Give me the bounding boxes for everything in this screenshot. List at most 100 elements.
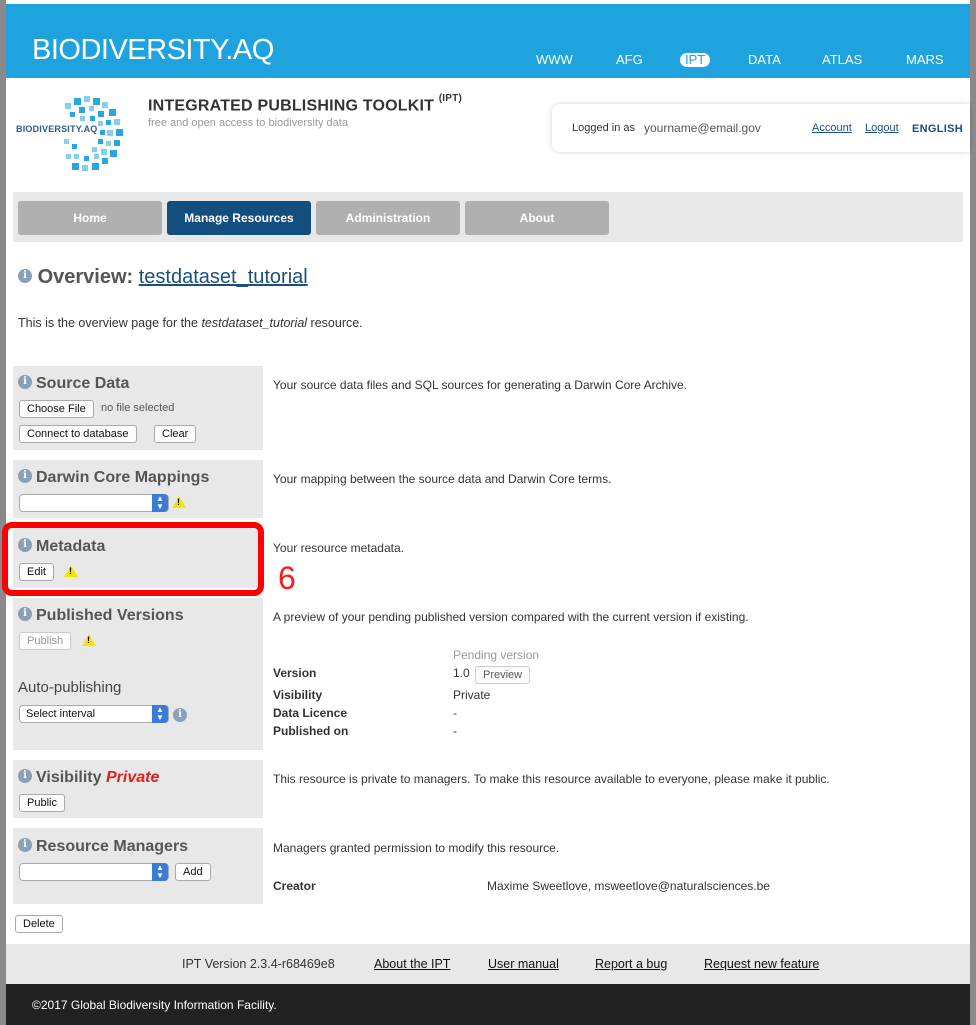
visibility-panel: i Visibility Private Public [13,760,263,818]
info-icon[interactable]: i [18,606,32,621]
dwc-mapping-select[interactable]: ▲ ▼ [19,494,169,512]
top-nav-afg[interactable]: AFG [612,50,647,70]
resource-name-link[interactable]: testdataset_tutorial [139,266,308,288]
delete-resource-button[interactable]: Delete [15,915,63,933]
data-licence-label: Data Licence [273,706,348,720]
top-nav-mars[interactable]: MARS [902,50,948,70]
dwc-mappings-title: i Darwin Core Mappings [18,468,210,487]
published-on-value: - [453,724,457,738]
copyright-text: ©2017 Global Biodiversity Information Fa… [32,998,277,1012]
visibility-title: i Visibility Private [18,768,160,787]
about-ipt-link[interactable]: About the IPT [374,957,450,971]
visibility-description: This resource is private to managers. To… [273,772,830,786]
interval-select-value: Select interval [26,708,96,720]
logo-text: BIODIVERSITY.AQ [16,124,98,134]
nav-administration[interactable]: Administration [316,201,460,235]
source-data-panel: i Source Data Choose File no file selecte… [13,366,263,450]
source-data-title: i Source Data [18,374,130,393]
published-versions-title: i Published Versions [18,606,184,625]
publish-button[interactable]: Publish [19,632,72,650]
source-data-description: Your source data files and SQL sources f… [273,378,687,392]
info-icon[interactable]: i [18,768,32,783]
creator-value: Maxime Sweetlove, msweetlove@naturalscie… [487,879,770,893]
choose-file-button[interactable]: Choose File [19,400,94,418]
logged-in-label: Logged in as [572,122,635,134]
overview-desc-resource: testdataset_tutorial [201,316,308,330]
source-data-title-text: Source Data [36,375,130,392]
overview-desc-after: resource. [310,316,363,330]
language-selector[interactable]: ENGLISH [912,123,963,135]
warning-icon [82,634,96,646]
nav-about[interactable]: About [465,201,609,235]
biodiversity-logo[interactable]: BIODIVERSITY.AQ [14,92,144,174]
data-licence-value: - [453,706,457,720]
pending-version-header: Pending version [453,648,540,662]
ipt-title-sup: (IPT) [438,93,462,104]
make-public-button[interactable]: Public [19,794,65,812]
step-number: 6 [278,560,296,596]
account-link[interactable]: Account [812,122,852,134]
info-icon[interactable]: i [18,837,32,852]
logout-link[interactable]: Logout [865,122,899,134]
published-versions-panel: i Published Versions Publish Auto-publish… [13,598,263,750]
overview-description: This is the overview page for the testda… [18,316,363,330]
page-title-prefix: Overview: [37,266,134,288]
report-bug-link[interactable]: Report a bug [595,957,667,971]
metadata-description: Your resource metadata. [273,541,404,555]
add-manager-button[interactable]: Add [175,863,211,881]
preview-button[interactable]: Preview [475,666,531,684]
footer-copyright-bar: ©2017 Global Biodiversity Information Fa… [6,984,970,1025]
highlight-box [2,522,264,596]
footer-links-bar: IPT Version 2.3.4-r68469e8 About the IPT… [6,944,970,984]
warning-icon [172,496,186,508]
resource-managers-title: i Resource Managers [18,837,189,856]
main-nav: Home Manage Resources Administration Abo… [13,192,963,242]
resource-managers-panel: i Resource Managers ▲ ▼ Add [13,828,263,904]
page: BIODIVERSITY.AQ WWW AFG IPT DATA ATLAS M… [2,0,970,1025]
ipt-title-text: INTEGRATED PUBLISHING TOOLKIT [148,97,435,115]
overview-desc-before: This is the overview page for the [18,316,198,330]
info-icon[interactable]: i [18,374,32,389]
visibility-value: Private [453,688,491,702]
clear-button[interactable]: Clear [154,425,197,443]
published-versions-title-text: Published Versions [36,607,184,624]
dwc-mappings-panel: i Darwin Core Mappings ▲ ▼ [13,460,263,518]
user-manual-link[interactable]: User manual [488,957,559,971]
login-box: Logged in as yourname@email.gov Account … [552,104,970,152]
visibility-label: Visibility [273,688,323,702]
dwc-mappings-title-text: Darwin Core Mappings [36,469,210,486]
ipt-version: IPT Version 2.3.4-r68469e8 [182,957,335,971]
version-value: 1.0 [453,666,470,680]
visibility-status: Private [105,769,160,786]
top-nav-atlas[interactable]: ATLAS [818,50,866,70]
select-arrows-icon: ▲ ▼ [152,863,168,881]
info-icon[interactable]: i [18,268,32,283]
info-icon[interactable]: i [18,468,32,483]
nav-manage-resources[interactable]: Manage Resources [167,201,311,235]
info-icon[interactable]: i [173,708,187,722]
select-arrows-icon: ▲ ▼ [152,494,168,512]
manager-select[interactable]: ▲ ▼ [19,863,169,881]
user-email: yourname@email.gov [644,121,761,135]
page-title: i Overview: testdataset_tutorial [18,266,308,289]
interval-select[interactable]: Select interval ▲ ▼ [19,705,169,723]
top-bar: BIODIVERSITY.AQ WWW AFG IPT DATA ATLAS M… [6,4,970,78]
top-nav: WWW AFG IPT DATA ATLAS MARS [6,50,970,70]
select-arrows-icon: ▲ ▼ [152,705,168,723]
no-file-label: no file selected [101,402,175,414]
top-nav-www[interactable]: WWW [532,50,577,70]
resource-managers-title-text: Resource Managers [36,838,189,855]
dwc-mappings-description: Your mapping between the source data and… [273,472,612,486]
resource-managers-description: Managers granted permission to modify th… [273,841,560,855]
top-nav-ipt[interactable]: IPT [680,53,711,67]
visibility-title-text: Visibility [36,769,102,786]
nav-home[interactable]: Home [18,201,162,235]
connect-database-button[interactable]: Connect to database [19,425,137,443]
ipt-title: INTEGRATED PUBLISHING TOOLKIT (IPT) [148,93,462,115]
request-feature-link[interactable]: Request new feature [704,957,819,971]
version-label: Version [273,666,317,680]
top-nav-data[interactable]: DATA [744,50,785,70]
published-versions-description: A preview of your pending published vers… [273,610,749,624]
auto-publishing-label: Auto-publishing [18,679,122,696]
ipt-subtitle: free and open access to biodiversity dat… [148,117,348,129]
